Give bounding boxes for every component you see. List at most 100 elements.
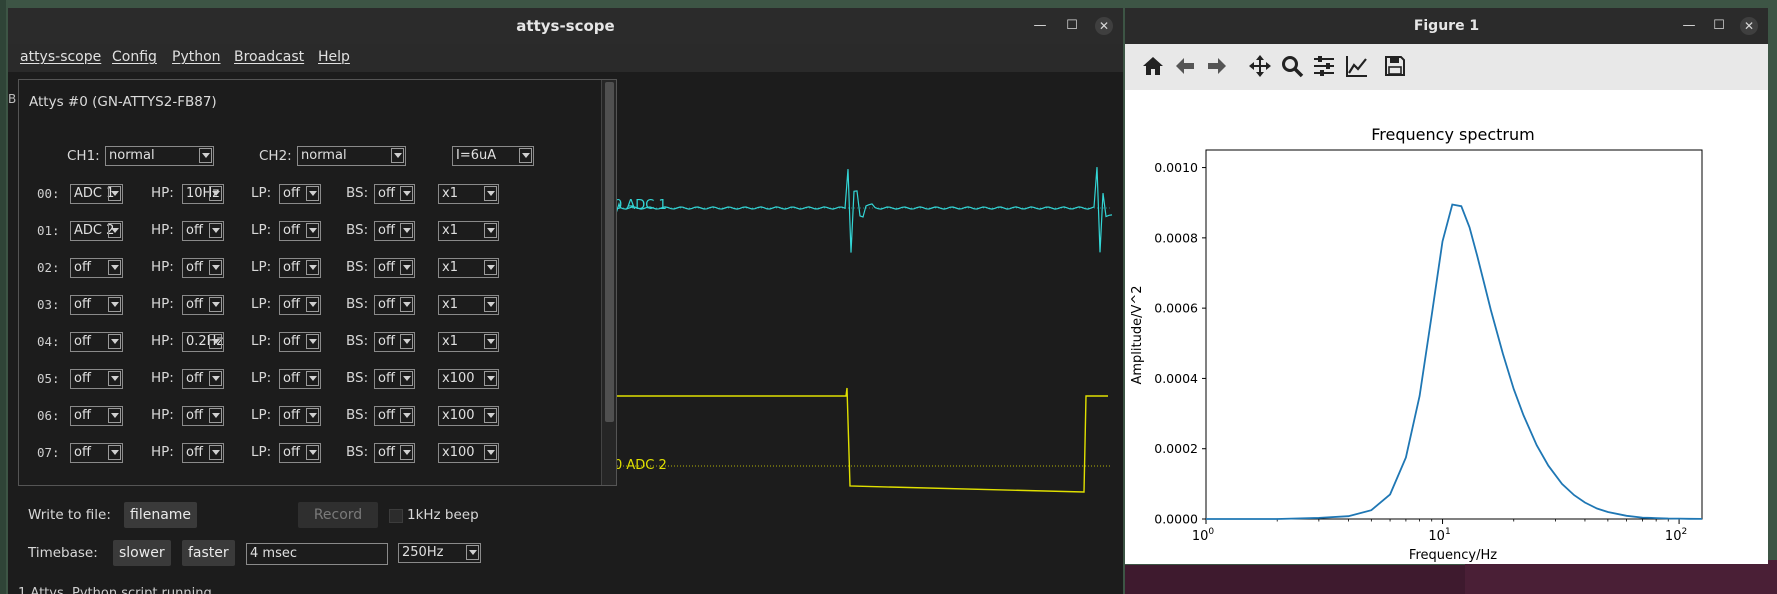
scrollbar-thumb[interactable] [605, 82, 614, 422]
status-text: 1 Attys, Python script running [18, 586, 212, 594]
channel-src-select[interactable]: ADC 1 [70, 184, 123, 204]
back-arrow-icon[interactable] [1173, 54, 1197, 78]
channel-lp-value: off [283, 297, 300, 312]
channel-hp-select[interactable]: 10Hz [182, 184, 224, 204]
channel-gain-value: x1 [442, 334, 458, 349]
chevron-down-icon [209, 186, 222, 201]
channel-bs-select[interactable]: off [374, 295, 415, 315]
spectrum-line [1206, 203, 1703, 520]
chevron-down-icon [400, 408, 413, 423]
desktop-panel-right [1465, 560, 1777, 594]
chevron-down-icon [209, 334, 222, 349]
channel-index: 04: [37, 334, 60, 349]
edit-axis-icon[interactable] [1345, 54, 1369, 78]
chevron-down-icon [209, 260, 222, 275]
timebase-label: Timebase: [28, 545, 98, 561]
channel-gain-select[interactable]: x1 [438, 332, 499, 352]
channel-lp-select[interactable]: off [279, 258, 321, 278]
faster-button[interactable]: faster [182, 540, 235, 566]
forward-arrow-icon[interactable] [1205, 54, 1229, 78]
bs-label: BS: [346, 444, 369, 460]
channel-lp-select[interactable]: off [279, 369, 321, 389]
channel-gain-select[interactable]: x1 [438, 295, 499, 315]
channel-hp-select[interactable]: off [182, 221, 224, 241]
hp-label: HP: [151, 370, 174, 386]
beep-checkbox[interactable] [389, 509, 403, 523]
channel-bs-select[interactable]: off [374, 221, 415, 241]
hp-label: HP: [151, 185, 174, 201]
channel-bs-select[interactable]: off [374, 258, 415, 278]
filename-button[interactable]: filename [124, 502, 198, 528]
rate-value: 250Hz [402, 545, 444, 560]
channel-hp-select[interactable]: off [182, 369, 224, 389]
channel-bs-select[interactable]: off [374, 406, 415, 426]
channel-gain-select[interactable]: x100 [438, 406, 499, 426]
channel-src-select[interactable]: off [70, 295, 123, 315]
channel-lp-select[interactable]: off [279, 221, 321, 241]
channel-lp-select[interactable]: off [279, 406, 321, 426]
channel-src-select[interactable]: ADC 2 [70, 221, 123, 241]
channel-hp-select[interactable]: 0.2Hz [182, 332, 224, 352]
channel-lp-select[interactable]: off [279, 332, 321, 352]
channel-hp-select[interactable]: off [182, 443, 224, 463]
bs-label: BS: [346, 370, 369, 386]
chevron-down-icon [519, 148, 532, 163]
y-tick-label: 0.0002 [1154, 441, 1198, 456]
channel-gain-value: x1 [442, 186, 458, 201]
chevron-down-icon [108, 297, 121, 312]
channel-hp-select[interactable]: off [182, 295, 224, 315]
configure-subplots-icon[interactable] [1312, 54, 1336, 78]
channel-bs-select[interactable]: off [374, 332, 415, 352]
zoom-icon[interactable] [1280, 54, 1304, 78]
close-icon[interactable]: ✕ [1740, 17, 1758, 35]
channel-gain-select[interactable]: x1 [438, 184, 499, 204]
current-select[interactable]: I=6uA [452, 146, 534, 166]
slower-button[interactable]: slower [113, 540, 171, 566]
maximize-icon[interactable]: ☐ [1710, 17, 1728, 35]
current-value: I=6uA [456, 148, 497, 163]
pan-icon[interactable] [1248, 54, 1272, 78]
bs-label: BS: [346, 296, 369, 312]
channel-lp-select[interactable]: off [279, 295, 321, 315]
channel-gain-select[interactable]: x100 [438, 443, 499, 463]
rate-select[interactable]: 250Hz [398, 543, 481, 563]
channel-hp-select[interactable]: off [182, 258, 224, 278]
channel-bs-value: off [378, 223, 395, 238]
channel-src-select[interactable]: off [70, 332, 123, 352]
ch1-select[interactable]: normal [105, 146, 214, 166]
channel-lp-value: off [283, 371, 300, 386]
channel-gain-select[interactable]: x1 [438, 258, 499, 278]
channel-gain-select[interactable]: x1 [438, 221, 499, 241]
minimize-icon[interactable]: — [1680, 17, 1698, 35]
beep-label: 1kHz beep [407, 507, 479, 523]
channel-lp-select[interactable]: off [279, 443, 321, 463]
channel-index: 00: [37, 186, 60, 201]
hp-label: HP: [151, 333, 174, 349]
save-icon[interactable] [1383, 54, 1407, 78]
channel-lp-select[interactable]: off [279, 184, 321, 204]
channel-src-select[interactable]: off [70, 258, 123, 278]
channel-src-select[interactable]: off [70, 443, 123, 463]
attys-scope-window: attys-scope — ☐ ✕ attys-scope Config Pyt… [8, 8, 1123, 594]
panel-scrollbar[interactable] [601, 80, 616, 485]
channel-src-select[interactable]: off [70, 369, 123, 389]
lp-label: LP: [251, 370, 272, 386]
trace2-label: 0 ADC 2 [614, 458, 667, 473]
channel-gain-select[interactable]: x100 [438, 369, 499, 389]
channel-hp-value: off [186, 260, 203, 275]
chevron-down-icon [306, 260, 319, 275]
lp-label: LP: [251, 259, 272, 275]
channel-hp-select[interactable]: off [182, 406, 224, 426]
home-icon[interactable] [1141, 54, 1165, 78]
channel-index: 06: [37, 408, 60, 423]
x-axis-label: Frequency/Hz [1409, 548, 1497, 563]
desktop-background [0, 0, 6, 594]
channel-bs-select[interactable]: off [374, 184, 415, 204]
record-button[interactable]: Record [298, 502, 378, 528]
ch2-select[interactable]: normal [297, 146, 406, 166]
timebase-input[interactable]: 4 msec [246, 543, 388, 565]
channel-bs-select[interactable]: off [374, 443, 415, 463]
channel-src-select[interactable]: off [70, 406, 123, 426]
x-axis: 100 101 102 [1192, 519, 1687, 544]
channel-bs-select[interactable]: off [374, 369, 415, 389]
